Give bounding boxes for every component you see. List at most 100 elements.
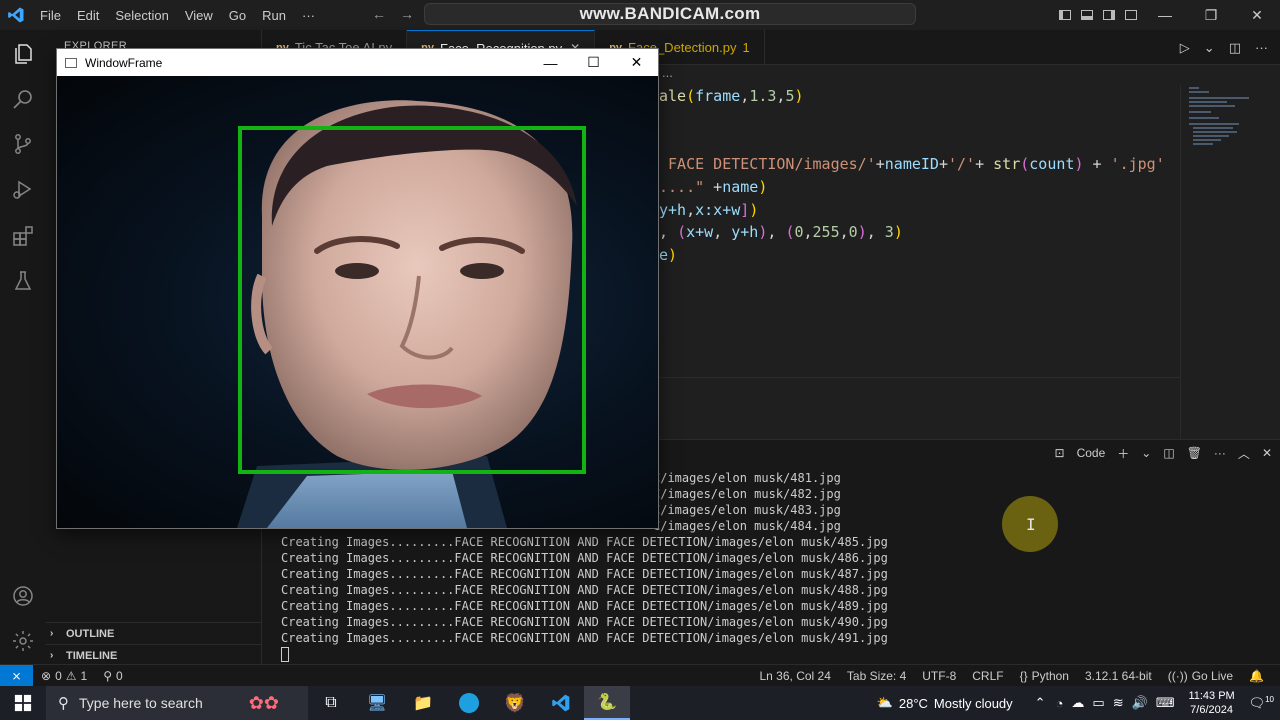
extensions-icon[interactable] <box>9 222 37 250</box>
menu-selection[interactable]: Selection <box>107 8 176 23</box>
vscode-logo-icon <box>0 0 32 30</box>
minimap[interactable] <box>1180 85 1268 439</box>
close-icon[interactable]: ✕ <box>615 49 658 76</box>
new-terminal-icon[interactable]: ＋ <box>1117 445 1129 462</box>
weather-text[interactable]: Mostly cloudy <box>934 696 1013 711</box>
terminal-shell-label[interactable]: Code <box>1077 446 1106 460</box>
end-of-line[interactable]: CRLF <box>964 669 1011 683</box>
tab-size[interactable]: Tab Size: 4 <box>839 669 914 683</box>
encoding[interactable]: UTF-8 <box>914 669 964 683</box>
keyboard-icon[interactable]: ⌨ <box>1156 695 1175 711</box>
edge-browser-icon[interactable] <box>446 686 492 720</box>
maximize-icon[interactable]: ☐ <box>572 49 615 76</box>
opencv-title-bar[interactable]: WindowFrame — ☐ ✕ <box>57 49 658 76</box>
terminal-line: Creating Images.........FACE RECOGNITION… <box>281 631 888 645</box>
go-live-button[interactable]: ((·)) Go Live <box>1160 669 1241 683</box>
editor-scrollbar[interactable] <box>1268 85 1280 439</box>
remote-desktop-icon[interactable]: 🖥 <box>354 686 400 720</box>
status-right: Ln 36, Col 24 Tab Size: 4 UTF-8 CRLF {} P… <box>752 665 1273 687</box>
trash-icon[interactable]: 🗑 <box>1187 446 1202 460</box>
maximize-panel-icon[interactable]: ︿ <box>1238 445 1250 462</box>
opencv-window[interactable]: WindowFrame — ☐ ✕ <box>56 48 659 529</box>
menu-go[interactable]: Go <box>221 8 254 23</box>
menu-view[interactable]: View <box>177 8 221 23</box>
roses-icon: ✿✿ <box>248 692 279 713</box>
code-token: count <box>1029 155 1075 173</box>
minimize-icon[interactable]: — <box>1142 0 1188 30</box>
wifi-icon[interactable]: ≋ <box>1113 695 1124 711</box>
brave-browser-icon[interactable]: 🦁 <box>492 686 538 720</box>
forward-arrow-icon[interactable]: → <box>400 6 414 22</box>
temperature[interactable]: 28°C <box>899 696 928 711</box>
cursor-position[interactable]: Ln 36, Col 24 <box>752 669 839 683</box>
menu-file[interactable]: File <box>32 8 69 23</box>
close-panel-icon[interactable]: ✕ <box>1262 446 1272 460</box>
ports-indicator[interactable]: ⚲ 0 <box>95 669 130 683</box>
python-taskbar-icon[interactable]: 🐍 <box>584 686 630 720</box>
settings-gear-icon[interactable] <box>9 627 37 655</box>
minimap-line <box>1189 117 1219 119</box>
remote-indicator-icon[interactable]: ⨯ <box>0 664 33 687</box>
terminal-line: C/images/elon musk/484.jpg <box>653 519 841 533</box>
battery-icon[interactable]: ▭ <box>1092 695 1104 711</box>
code-token: ( <box>677 223 687 241</box>
run-debug-icon[interactable] <box>9 175 37 203</box>
taskbar-search[interactable]: ⚲ Type here to search ✿✿ <box>46 686 308 720</box>
toggle-panel-icon[interactable] <box>1076 0 1098 30</box>
title-bar: File Edit Selection View Go Run ··· ← → … <box>0 0 1280 30</box>
outline-section[interactable]: › OUTLINE <box>46 622 262 644</box>
more-icon[interactable]: ··· <box>1214 446 1226 460</box>
split-editor-icon[interactable]: ◫ <box>1229 40 1241 56</box>
timeline-label: TIMELINE <box>66 649 118 662</box>
code-token: e <box>659 246 669 264</box>
menu-edit[interactable]: Edit <box>69 8 107 23</box>
windows-start-icon[interactable] <box>0 686 46 720</box>
run-python-icon[interactable]: ▷ <box>1180 40 1190 56</box>
source-control-icon[interactable] <box>9 130 37 158</box>
file-explorer-icon[interactable]: 📁 <box>400 686 446 720</box>
language-mode[interactable]: {} Python <box>1012 669 1077 683</box>
braces-icon: {} <box>1019 669 1028 683</box>
minimap-line <box>1189 101 1227 103</box>
more-actions-icon[interactable]: ··· <box>1255 40 1268 55</box>
code-token: , <box>740 87 750 105</box>
vscode-taskbar-icon[interactable] <box>538 686 584 720</box>
toggle-secondary-sidebar-icon[interactable] <box>1098 0 1120 30</box>
volume-icon[interactable]: 🔊 <box>1132 695 1148 711</box>
task-view-icon[interactable]: ⧉ <box>308 686 354 720</box>
problems-indicator[interactable]: ⊗ 0 ⚠ 1 <box>33 669 95 683</box>
notification-center-icon[interactable]: 🗨10 <box>1249 695 1274 711</box>
date: 7/6/2024 <box>1190 704 1233 716</box>
close-icon[interactable]: ✕ <box>1234 0 1280 30</box>
toggle-sidebar-icon[interactable] <box>1054 0 1076 30</box>
chevron-down-icon[interactable]: ⌄ <box>1141 446 1151 460</box>
terminal-cursor <box>281 647 289 662</box>
onedrive-cloud-icon[interactable]: ☁ <box>1071 695 1084 711</box>
opencv-window-title: WindowFrame <box>85 55 163 70</box>
timeline-section[interactable]: › TIMELINE <box>46 644 262 666</box>
minimize-icon[interactable]: — <box>529 49 572 76</box>
python-interpreter[interactable]: 3.12.1 64-bit <box>1077 669 1160 683</box>
menu-bar: File Edit Selection View Go Run ··· <box>32 8 323 23</box>
back-arrow-icon[interactable]: ← <box>372 6 386 22</box>
chevron-up-icon[interactable]: ⌃ <box>1035 695 1046 711</box>
restore-icon[interactable]: ❐ <box>1188 0 1234 30</box>
clock[interactable]: 11:43 PM 7/6/2024 <box>1181 689 1243 717</box>
notifications-bell-icon[interactable]: 🔔 <box>1241 669 1272 683</box>
customize-layout-icon[interactable] <box>1120 0 1142 30</box>
explorer-icon[interactable] <box>9 40 37 68</box>
meet-now-icon[interactable]: ◔ <box>1056 696 1064 711</box>
menu-run[interactable]: Run <box>254 8 294 23</box>
split-terminal-icon[interactable]: ◫ <box>1163 446 1174 460</box>
error-count: 0 <box>55 668 62 683</box>
run-dropdown-icon[interactable]: ⌄ <box>1204 40 1215 56</box>
command-center[interactable]: www.BANDICAM.com <box>424 3 916 25</box>
testing-icon[interactable] <box>9 267 37 295</box>
error-icon: ⊗ <box>41 668 52 683</box>
search-icon[interactable] <box>9 85 37 113</box>
code-line-1: ale(frame,1.3,5) <box>659 87 804 109</box>
menu-more[interactable]: ··· <box>294 8 323 23</box>
code-token: frame <box>695 87 741 105</box>
accounts-icon[interactable] <box>9 582 37 610</box>
minimap-line <box>1189 105 1235 107</box>
